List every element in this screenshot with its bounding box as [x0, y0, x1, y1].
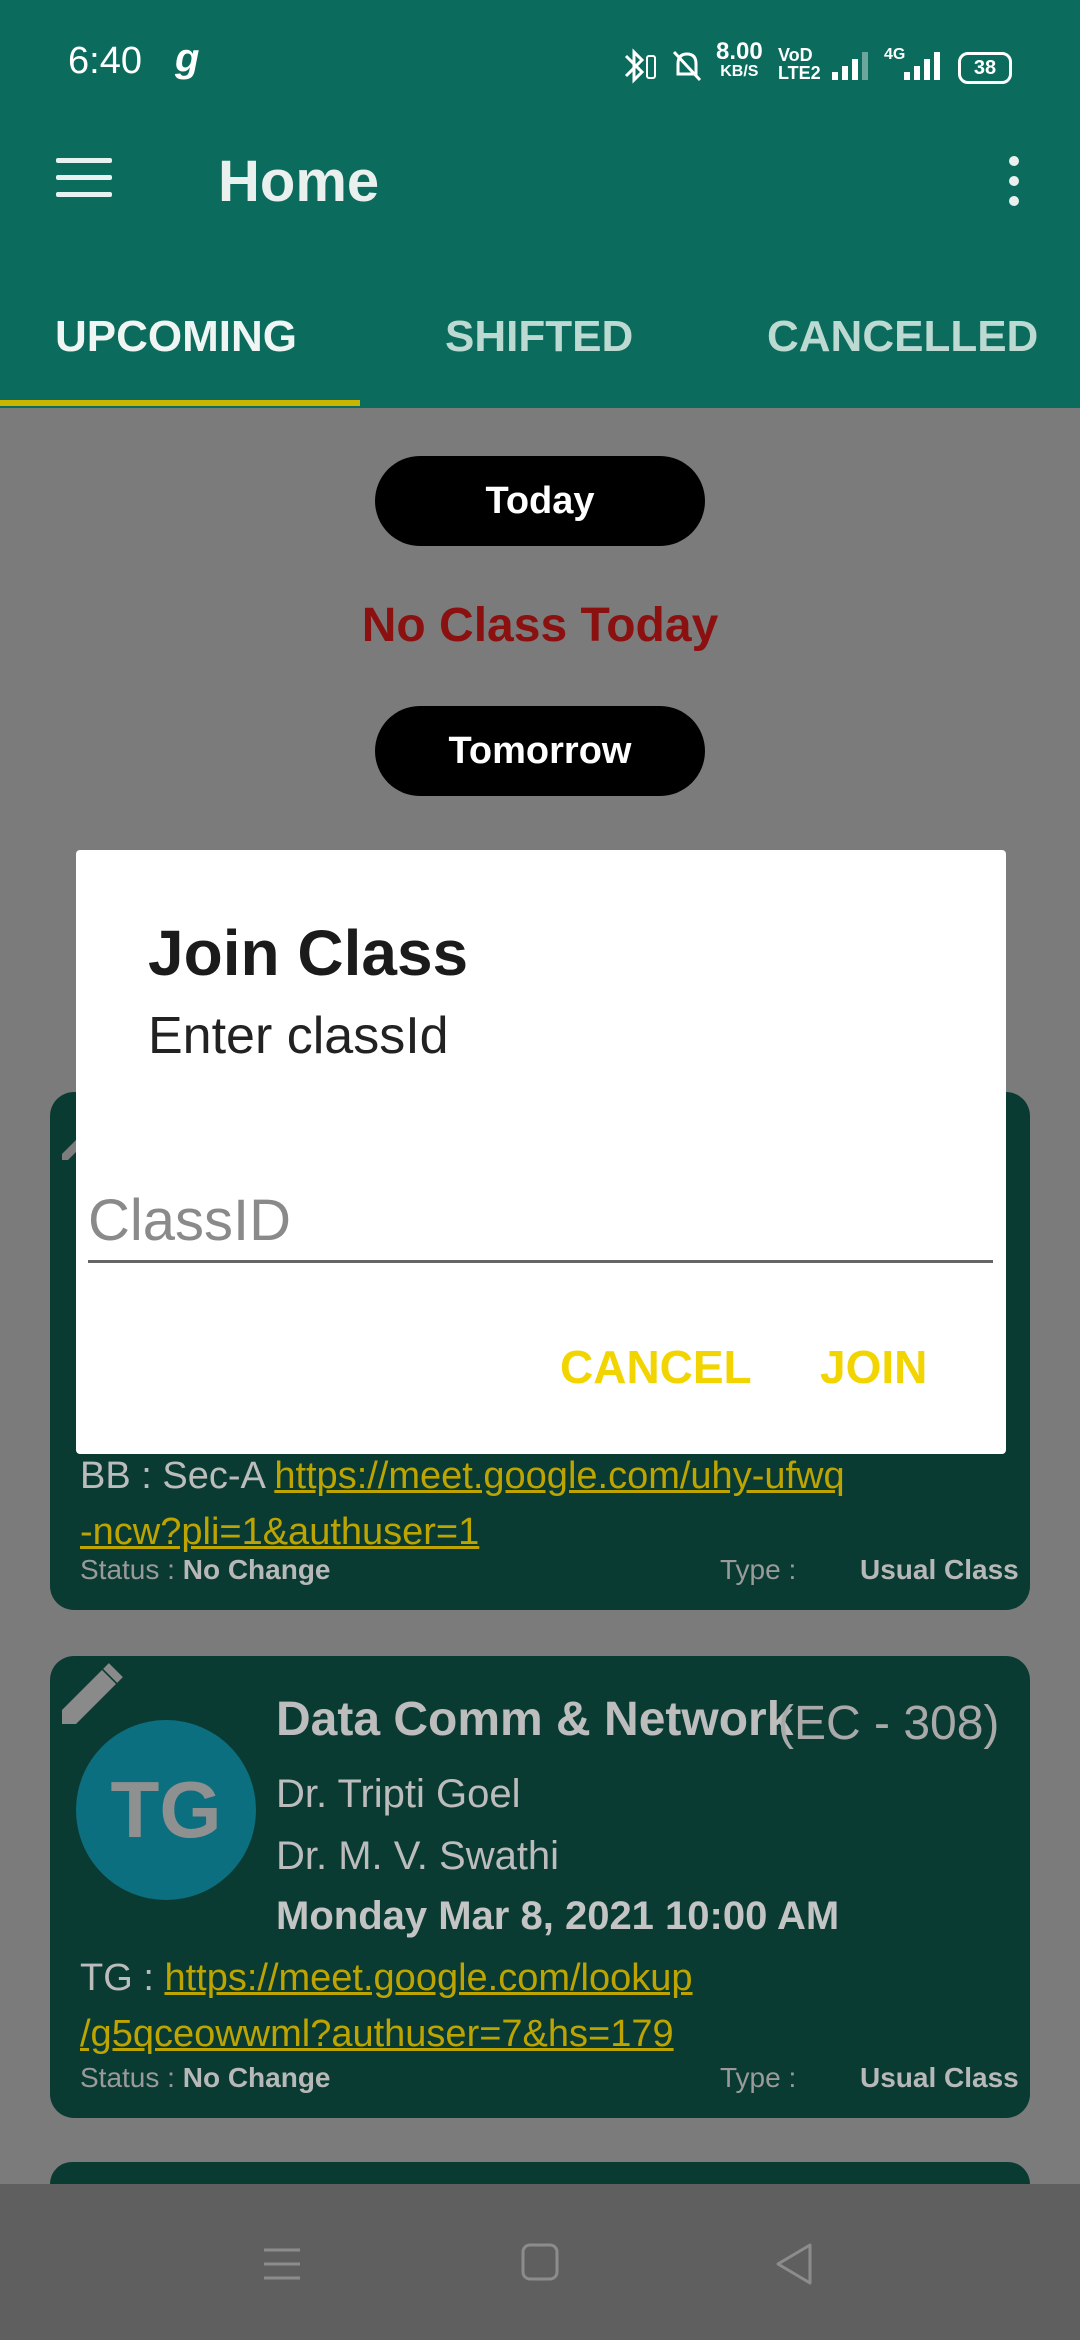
tomorrow-button[interactable]: Tomorrow [375, 706, 705, 796]
status-time: 6:40 [68, 40, 142, 82]
meet-link[interactable]: https://meet.google.com/uhy-ufwq [274, 1455, 844, 1497]
volte-indicator: VoD LTE2 [778, 45, 821, 83]
signal-icon [832, 52, 868, 80]
type-label: Type : [720, 2062, 797, 2093]
mute-bell-icon [672, 50, 702, 82]
bluetooth-icon [624, 48, 656, 84]
class-status: Status : No Change [80, 2062, 331, 2093]
class-datetime: Monday Mar 8, 2021 10:00 AM [276, 1894, 840, 1938]
course-code: (EC - 308) [778, 1697, 1000, 1750]
type-value: Usual Class [860, 1554, 1019, 1585]
faculty-name: Dr. Tripti Goel [276, 1772, 521, 1816]
cancel-button[interactable]: CANCEL [560, 1340, 752, 1394]
today-button[interactable]: Today [375, 456, 705, 546]
tab-cancelled[interactable]: CANCELLED [767, 312, 1038, 362]
avatar: TG [76, 1720, 256, 1900]
notification-app-icon: g [175, 36, 200, 80]
net-speed: 8.00 KB/S [716, 38, 763, 81]
tab-indicator [0, 400, 360, 406]
home-icon[interactable] [520, 2242, 560, 2282]
class-id-input[interactable] [88, 1180, 993, 1263]
page-title: Home [218, 149, 380, 214]
meeting-link: BB : Sec-A https://meet.google.com/uhy-u… [80, 1455, 845, 1553]
menu-icon[interactable] [56, 158, 112, 198]
meet-link-cont[interactable]: /g5qceowwml?authuser=7&hs=179 [80, 2013, 674, 2055]
no-class-message: No Class Today [361, 599, 719, 652]
tab-upcoming[interactable]: UPCOMING [55, 312, 297, 362]
meet-link[interactable]: https://meet.google.com/lookup [164, 1957, 692, 1999]
type-value: Usual Class [860, 2062, 1019, 2093]
battery-icon: 38 [958, 52, 1012, 84]
edit-icon[interactable] [58, 1662, 124, 1728]
more-options-icon[interactable] [1004, 156, 1024, 206]
dialog-message: Enter classId [148, 1007, 449, 1065]
faculty-name: Dr. M. V. Swathi [276, 1834, 560, 1878]
join-button[interactable]: JOIN [820, 1340, 927, 1394]
class-status: Status : No Change [80, 1554, 331, 1585]
meeting-link: TG : https://meet.google.com/lookup /g5q… [80, 1957, 693, 2055]
recent-apps-icon[interactable] [262, 2246, 302, 2282]
tab-shifted[interactable]: SHIFTED [445, 312, 633, 362]
class-card[interactable] [50, 2162, 1030, 2184]
course-title: Data Comm & Network [276, 1693, 794, 1746]
signal-4g-icon [904, 52, 940, 80]
back-icon[interactable] [774, 2242, 814, 2286]
type-label: Type : [720, 1554, 797, 1585]
dialog-title: Join Class [148, 917, 469, 989]
meet-link-cont[interactable]: -ncw?pli=1&authuser=1 [80, 1511, 479, 1553]
